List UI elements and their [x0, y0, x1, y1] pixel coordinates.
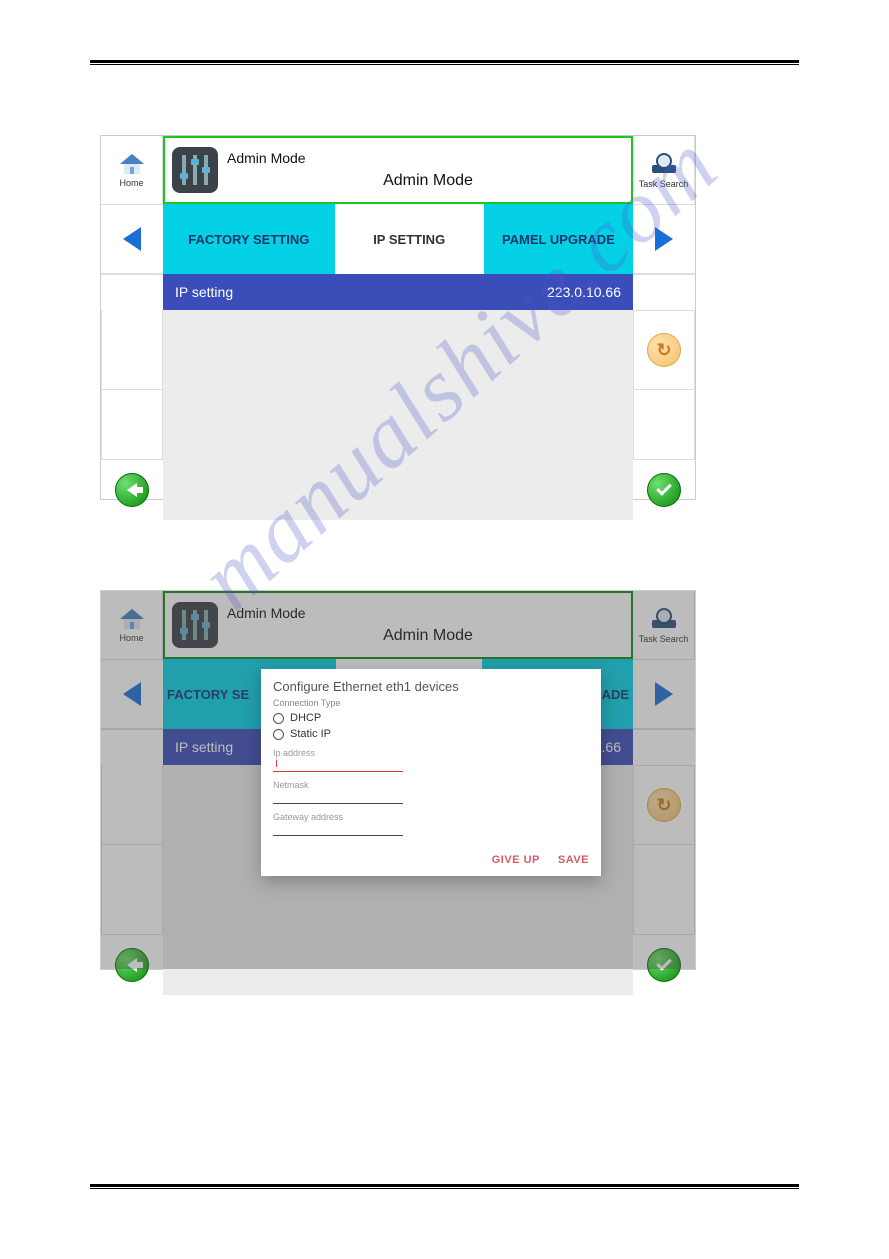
task-search-button[interactable]: Task Search [633, 136, 695, 204]
admin-mode-title: Admin Mode [225, 150, 631, 166]
content-area [163, 460, 633, 520]
tab-factory-label: FACTORY SETTING [188, 232, 309, 247]
gateway-label: Gateway address [273, 812, 589, 822]
chevron-right-icon [655, 682, 673, 706]
admin-mode-header: Admin Mode Admin Mode [163, 591, 633, 659]
right-gutter-cell [633, 729, 695, 765]
dialog-giveup-button[interactable]: GIVE UP [492, 854, 540, 866]
home-button[interactable]: Home [101, 136, 163, 204]
left-gutter-cell [101, 729, 163, 765]
confirm-button[interactable] [633, 460, 695, 520]
dialog-save-button[interactable]: SAVE [558, 854, 589, 866]
chevron-right-icon [655, 227, 673, 251]
gateway-input[interactable] [273, 822, 403, 836]
home-icon [118, 152, 146, 176]
tab-factory-label: FACTORY SE [167, 687, 249, 702]
dialog-title: Configure Ethernet eth1 devices [273, 679, 589, 694]
content-area [163, 935, 633, 995]
tab-row: FACTORY SETTING IP SETTING PAMEL UPGRADE [101, 204, 695, 274]
radio-dhcp-label: DHCP [290, 712, 321, 724]
home-label: Home [119, 633, 143, 643]
tab-panel-upgrade[interactable]: PAMEL UPGRADE [484, 204, 633, 274]
settings-icon [165, 593, 225, 657]
radio-icon [273, 713, 284, 724]
refresh-button[interactable]: ↻ [633, 310, 695, 390]
chevron-left-icon [123, 227, 141, 251]
radio-static-ip[interactable]: Static IP [273, 728, 589, 740]
tabs-prev-button[interactable] [101, 204, 163, 274]
home-icon [118, 607, 146, 631]
tabs-prev-button[interactable] [101, 659, 163, 729]
ip-address-input[interactable]: I [273, 758, 403, 772]
back-arrow-icon [115, 473, 149, 507]
task-search-label: Task Search [639, 179, 689, 189]
chevron-left-icon [123, 682, 141, 706]
task-search-icon [649, 151, 679, 177]
netmask-input[interactable] [273, 790, 403, 804]
ip-setting-value: 223.0.10.66 [547, 284, 621, 300]
task-search-label: Task Search [639, 634, 689, 644]
connection-type-label: Connection Type [273, 698, 589, 708]
ip-address-label: Ip address [273, 748, 589, 758]
settings-icon [165, 138, 225, 202]
right-gutter-cell [633, 845, 695, 935]
back-arrow-icon [115, 948, 149, 982]
content-area [163, 310, 633, 390]
netmask-label: Netmask [273, 780, 589, 790]
page-divider-bottom [90, 1184, 799, 1189]
refresh-icon: ↻ [647, 788, 681, 822]
ip-setting-label: IP setting [175, 284, 233, 300]
left-gutter-cell [101, 845, 163, 935]
task-search-button[interactable]: Task Search [633, 591, 695, 659]
back-button[interactable] [101, 460, 163, 520]
left-gutter-cell [101, 310, 163, 390]
ip-setting-label: IP setting [175, 739, 233, 755]
app-header: Home Admin Mode Admin Mode Task Search [101, 136, 695, 204]
admin-mode-header: Admin Mode Admin Mode [163, 136, 633, 204]
left-gutter-cell [101, 765, 163, 845]
content-area [163, 390, 633, 460]
radio-icon [273, 729, 284, 740]
refresh-button[interactable]: ↻ [633, 765, 695, 845]
tab-factory-setting[interactable]: FACTORY SETTING [163, 204, 335, 274]
right-gutter-cell [633, 390, 695, 460]
ip-setting-row[interactable]: IP setting 223.0.10.66 [163, 274, 633, 310]
task-search-icon [649, 606, 679, 632]
refresh-icon: ↻ [647, 333, 681, 367]
checkmark-icon [647, 948, 681, 982]
radio-dhcp[interactable]: DHCP [273, 712, 589, 724]
home-button[interactable]: Home [101, 591, 163, 659]
screenshot-configure-ethernet-dialog: Home Admin Mode Admin Mode Task Search [100, 590, 696, 970]
checkmark-icon [647, 473, 681, 507]
tabs-next-button[interactable] [633, 204, 695, 274]
tab-upgrade-label: ADE [602, 687, 629, 702]
admin-mode-subtitle: Admin Mode [225, 172, 631, 190]
home-label: Home [119, 178, 143, 188]
left-gutter-cell [101, 274, 163, 310]
configure-ethernet-dialog: Configure Ethernet eth1 devices Connecti… [261, 669, 601, 876]
tab-ip-setting[interactable]: IP SETTING [335, 204, 484, 274]
app-header: Home Admin Mode Admin Mode Task Search [101, 591, 695, 659]
left-gutter-cell [101, 390, 163, 460]
tab-upgrade-label: PAMEL UPGRADE [502, 232, 615, 247]
back-button[interactable] [101, 935, 163, 995]
right-gutter-cell [633, 274, 695, 310]
radio-static-label: Static IP [290, 728, 331, 740]
tabs-next-button[interactable] [633, 659, 695, 729]
confirm-button[interactable] [633, 935, 695, 995]
admin-mode-title: Admin Mode [225, 605, 631, 621]
admin-mode-subtitle: Admin Mode [225, 627, 631, 645]
tab-ip-label: IP SETTING [373, 232, 445, 247]
screenshot-admin-ip-setting: Home Admin Mode Admin Mode Task Search [100, 135, 696, 500]
page-divider-top [90, 60, 799, 65]
